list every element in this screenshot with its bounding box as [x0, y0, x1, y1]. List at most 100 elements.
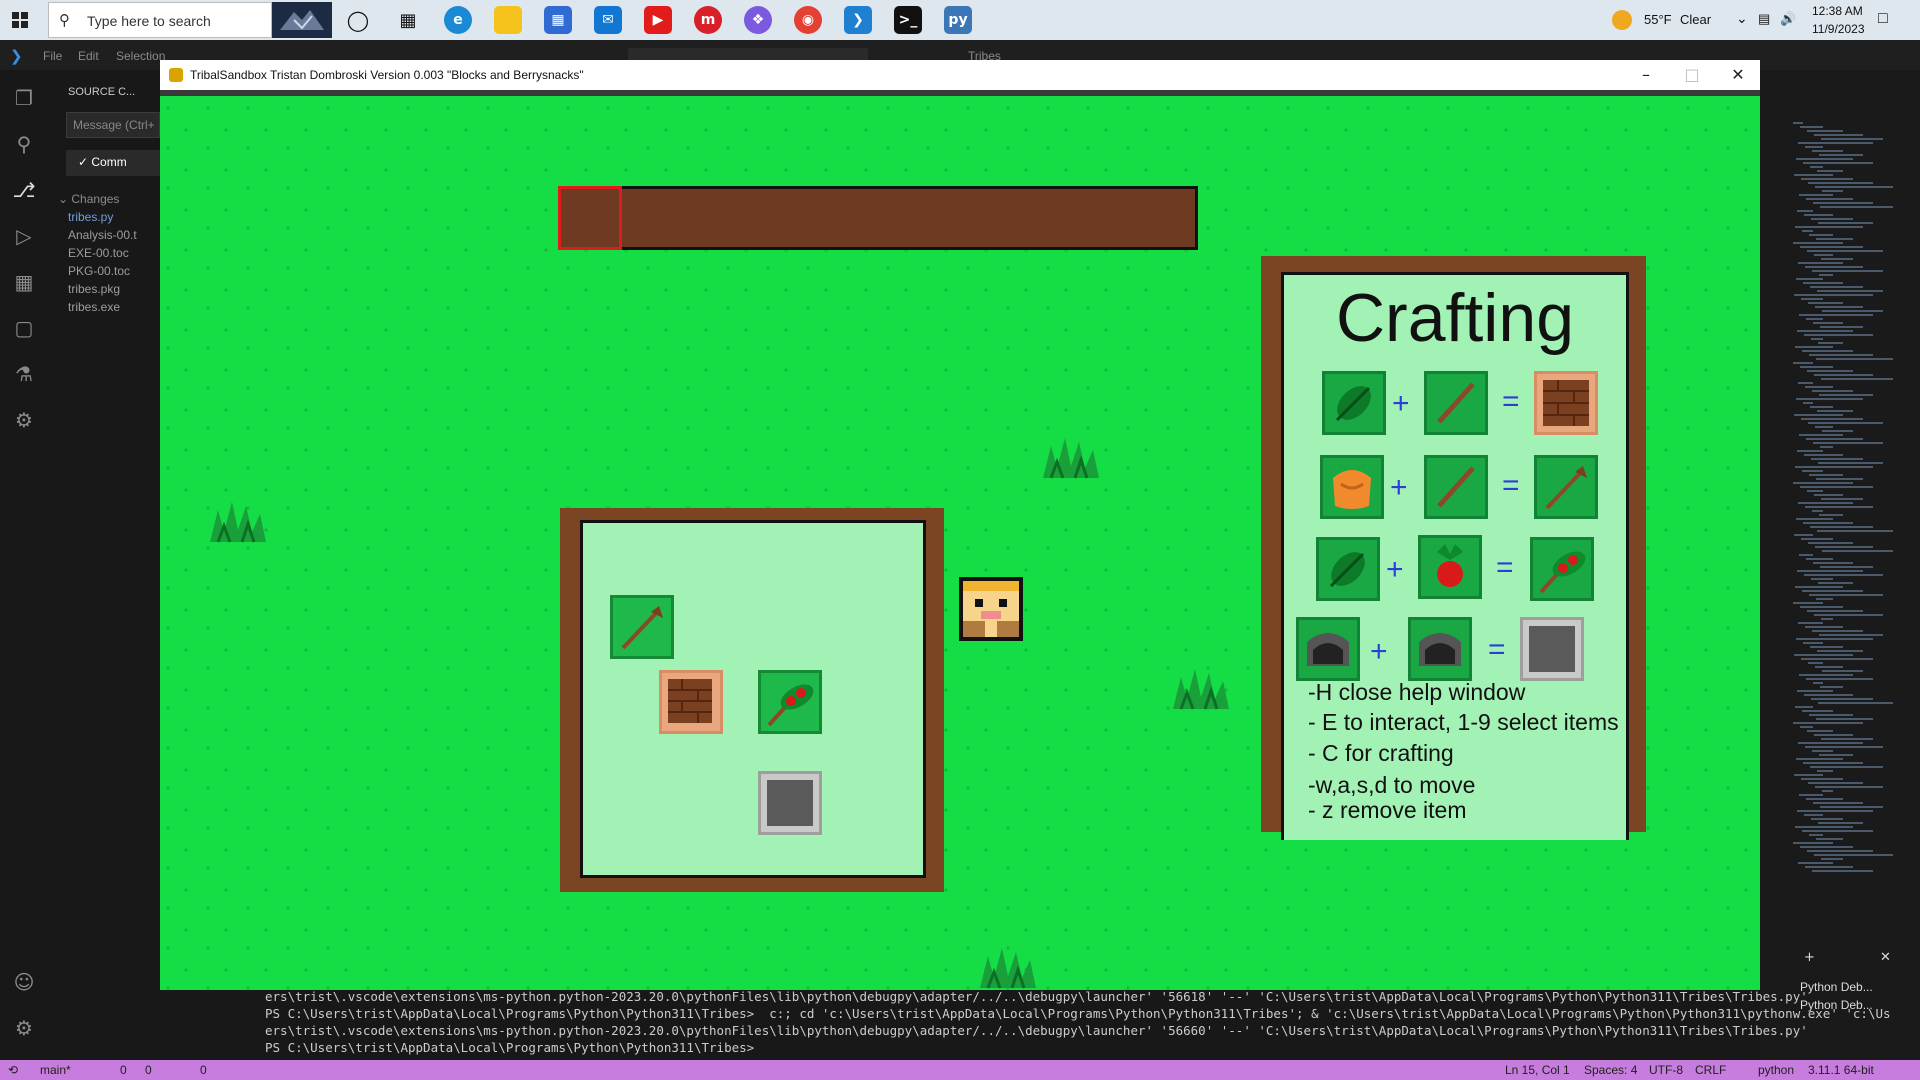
- vscode-status-bar: ⟲ main* 0 0 0 Ln 15, Col 1 Spaces: 4 UTF…: [0, 1060, 1920, 1080]
- python-interpreter[interactable]: 3.11.1 64-bit: [1808, 1063, 1874, 1077]
- testing-icon[interactable]: ⚗: [12, 362, 36, 386]
- minimap-line: [1817, 290, 1883, 292]
- minimap-line: [1808, 182, 1873, 184]
- ports-count[interactable]: 0: [200, 1063, 207, 1077]
- branch-indicator[interactable]: main*: [40, 1063, 71, 1077]
- minimap-line: [1804, 694, 1853, 696]
- extensions-icon[interactable]: ▦: [12, 270, 36, 294]
- docker-icon[interactable]: ⚙: [12, 408, 36, 432]
- task-view-icon[interactable]: ▦: [394, 6, 422, 34]
- network-icon[interactable]: ▤: [1758, 11, 1770, 27]
- app-red-icon[interactable]: m: [694, 6, 722, 34]
- minimap-line: [1812, 870, 1873, 872]
- taskbar-search-box[interactable]: ⚲ Type here to search: [48, 2, 272, 38]
- minimap-line: [1799, 434, 1843, 436]
- clock-time[interactable]: 12:38 AM: [1812, 4, 1863, 18]
- edge-icon[interactable]: e: [444, 6, 472, 34]
- python-icon[interactable]: py: [944, 6, 972, 34]
- vscode-taskbar-icon[interactable]: ❯: [844, 6, 872, 34]
- cortana-icon[interactable]: ◯: [344, 6, 372, 34]
- account-icon[interactable]: ☺: [12, 970, 36, 994]
- minimap-line: [1799, 554, 1813, 556]
- minimap-line: [1820, 326, 1863, 328]
- debug-session-1[interactable]: Python Deb...: [1800, 980, 1873, 994]
- settings-gear-icon[interactable]: ⚙: [12, 1016, 36, 1040]
- game-window-titlebar[interactable]: TribalSandbox Tristan Dombroski Version …: [160, 60, 1760, 90]
- tray-chevron-icon[interactable]: ⌄: [1736, 10, 1748, 27]
- menu-file[interactable]: File: [43, 49, 62, 63]
- maximize-button[interactable]: □: [1672, 64, 1712, 86]
- clock-date[interactable]: 11/9/2023: [1812, 22, 1865, 36]
- minimap-line: [1810, 166, 1823, 168]
- minimap-line: [1805, 626, 1843, 628]
- youtube-icon[interactable]: ▶: [644, 6, 672, 34]
- minimap-line: [1806, 678, 1873, 680]
- minimap-line: [1805, 266, 1863, 268]
- game-canvas[interactable]: Crafting + = + = + = + = -H close help w…: [160, 96, 1760, 990]
- file-item-tribes-exe[interactable]: tribes.exe: [68, 300, 120, 314]
- search-highlight-image[interactable]: [272, 2, 332, 38]
- file-item-exe-toc[interactable]: EXE-00.toc: [68, 246, 129, 260]
- indentation[interactable]: Spaces: 4: [1584, 1063, 1637, 1077]
- eol[interactable]: CRLF: [1695, 1063, 1726, 1077]
- minimap-line: [1810, 406, 1833, 408]
- cursor-position[interactable]: Ln 15, Col 1: [1505, 1063, 1570, 1077]
- storage-slot-wood-block[interactable]: [659, 670, 723, 734]
- commit-message-input[interactable]: Message (Ctrl+: [66, 112, 160, 138]
- commit-button[interactable]: ✓ Comm: [66, 150, 160, 176]
- source-control-icon[interactable]: ⎇: [12, 178, 36, 202]
- hotbar-selected-slot[interactable]: [558, 186, 622, 250]
- encoding[interactable]: UTF-8: [1649, 1063, 1683, 1077]
- inventory-hotbar[interactable]: [558, 186, 1198, 250]
- notifications-icon[interactable]: □: [1878, 10, 1888, 28]
- terminal-icon[interactable]: >_: [894, 6, 922, 34]
- windows-start-icon[interactable]: [12, 12, 28, 28]
- minimap-line: [1796, 278, 1823, 280]
- close-button[interactable]: ✕: [1718, 64, 1758, 86]
- copilot-icon[interactable]: ❖: [744, 6, 772, 34]
- minimize-button[interactable]: –: [1626, 64, 1666, 86]
- add-terminal-icon[interactable]: +: [1804, 950, 1815, 965]
- run-debug-icon[interactable]: ▷: [12, 224, 36, 248]
- language-mode[interactable]: python: [1758, 1063, 1794, 1077]
- remote-indicator-icon[interactable]: ⟲: [8, 1063, 18, 1077]
- recipe-4-plus: +: [1370, 635, 1388, 668]
- changes-header[interactable]: ⌄ Changes: [58, 192, 119, 206]
- storage-slot-spear[interactable]: [610, 595, 674, 659]
- minimap-line: [1794, 654, 1853, 656]
- terminal-panel[interactable]: ers\trist\.vscode\extensions\ms-python.p…: [160, 985, 1891, 1060]
- minimap-line: [1808, 302, 1843, 304]
- minimap-line: [1802, 590, 1863, 592]
- warnings-count[interactable]: 0: [145, 1063, 152, 1077]
- minimap-line: [1808, 662, 1823, 664]
- file-item-tribes-py[interactable]: tribes.py: [68, 210, 113, 224]
- remote-explorer-icon[interactable]: ▢: [12, 316, 36, 340]
- chrome-icon[interactable]: ◉: [794, 6, 822, 34]
- minimap-line: [1814, 854, 1893, 856]
- storage-chest-panel[interactable]: [580, 520, 926, 878]
- minimap-line: [1804, 214, 1833, 216]
- menu-selection[interactable]: Selection: [116, 49, 165, 63]
- orange-fiber-icon: [1333, 470, 1371, 509]
- file-explorer-icon[interactable]: [494, 6, 522, 34]
- minimap-line: [1794, 774, 1823, 776]
- file-item-analysis[interactable]: Analysis-00.t: [68, 228, 137, 242]
- minimap-line: [1803, 282, 1843, 284]
- store-icon[interactable]: ▦: [544, 6, 572, 34]
- errors-count[interactable]: 0: [120, 1063, 127, 1077]
- close-panel-icon[interactable]: ✕: [1880, 950, 1891, 965]
- storage-slot-berry-branch[interactable]: [758, 670, 822, 734]
- explorer-icon[interactable]: ❐: [12, 86, 36, 110]
- minimap-line: [1817, 530, 1893, 532]
- minimap-line: [1793, 362, 1813, 364]
- volume-icon[interactable]: 🔊: [1780, 11, 1796, 27]
- weather-temp[interactable]: 55°F: [1644, 12, 1672, 27]
- search-icon[interactable]: ⚲: [12, 132, 36, 156]
- mail-icon[interactable]: ✉: [594, 6, 622, 34]
- menu-edit[interactable]: Edit: [78, 49, 99, 63]
- weather-condition[interactable]: Clear: [1680, 12, 1711, 27]
- storage-slot-stone-block[interactable]: [758, 771, 822, 835]
- file-item-tribes-pkg[interactable]: tribes.pkg: [68, 282, 120, 296]
- vscode-logo-icon: ❯: [10, 48, 23, 65]
- file-item-pkg-toc[interactable]: PKG-00.toc: [68, 264, 130, 278]
